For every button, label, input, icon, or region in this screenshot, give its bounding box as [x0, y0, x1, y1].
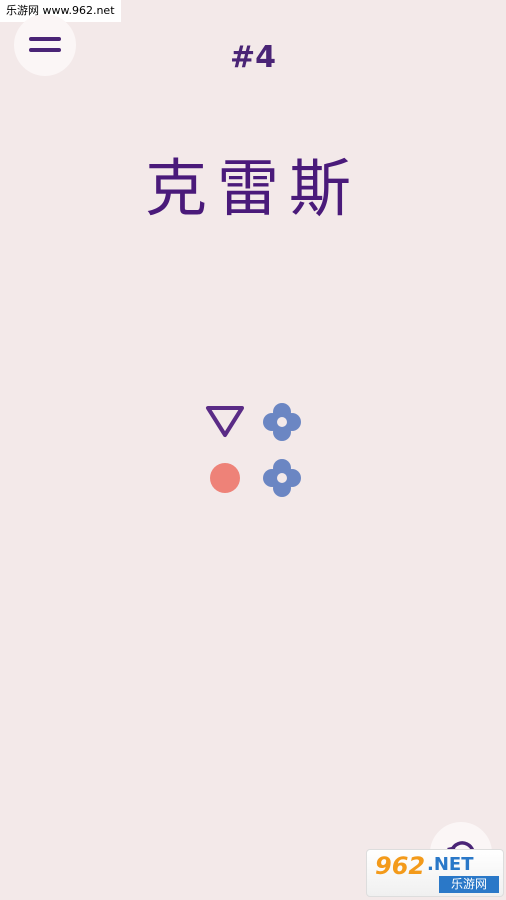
brand-logo-number: 962	[375, 852, 426, 880]
brand-logo: 962 .NET 乐游网	[366, 849, 504, 897]
circle-piece[interactable]	[205, 458, 245, 498]
flower-piece[interactable]	[262, 402, 302, 442]
flower-piece[interactable]	[262, 458, 302, 498]
brand-logo-text: 乐游网	[439, 876, 499, 893]
brand-logo-net: .NET	[427, 854, 474, 875]
level-number: #4	[229, 40, 276, 75]
triangle-piece[interactable]	[205, 402, 245, 442]
puzzle-title: 克雷斯	[144, 152, 361, 225]
